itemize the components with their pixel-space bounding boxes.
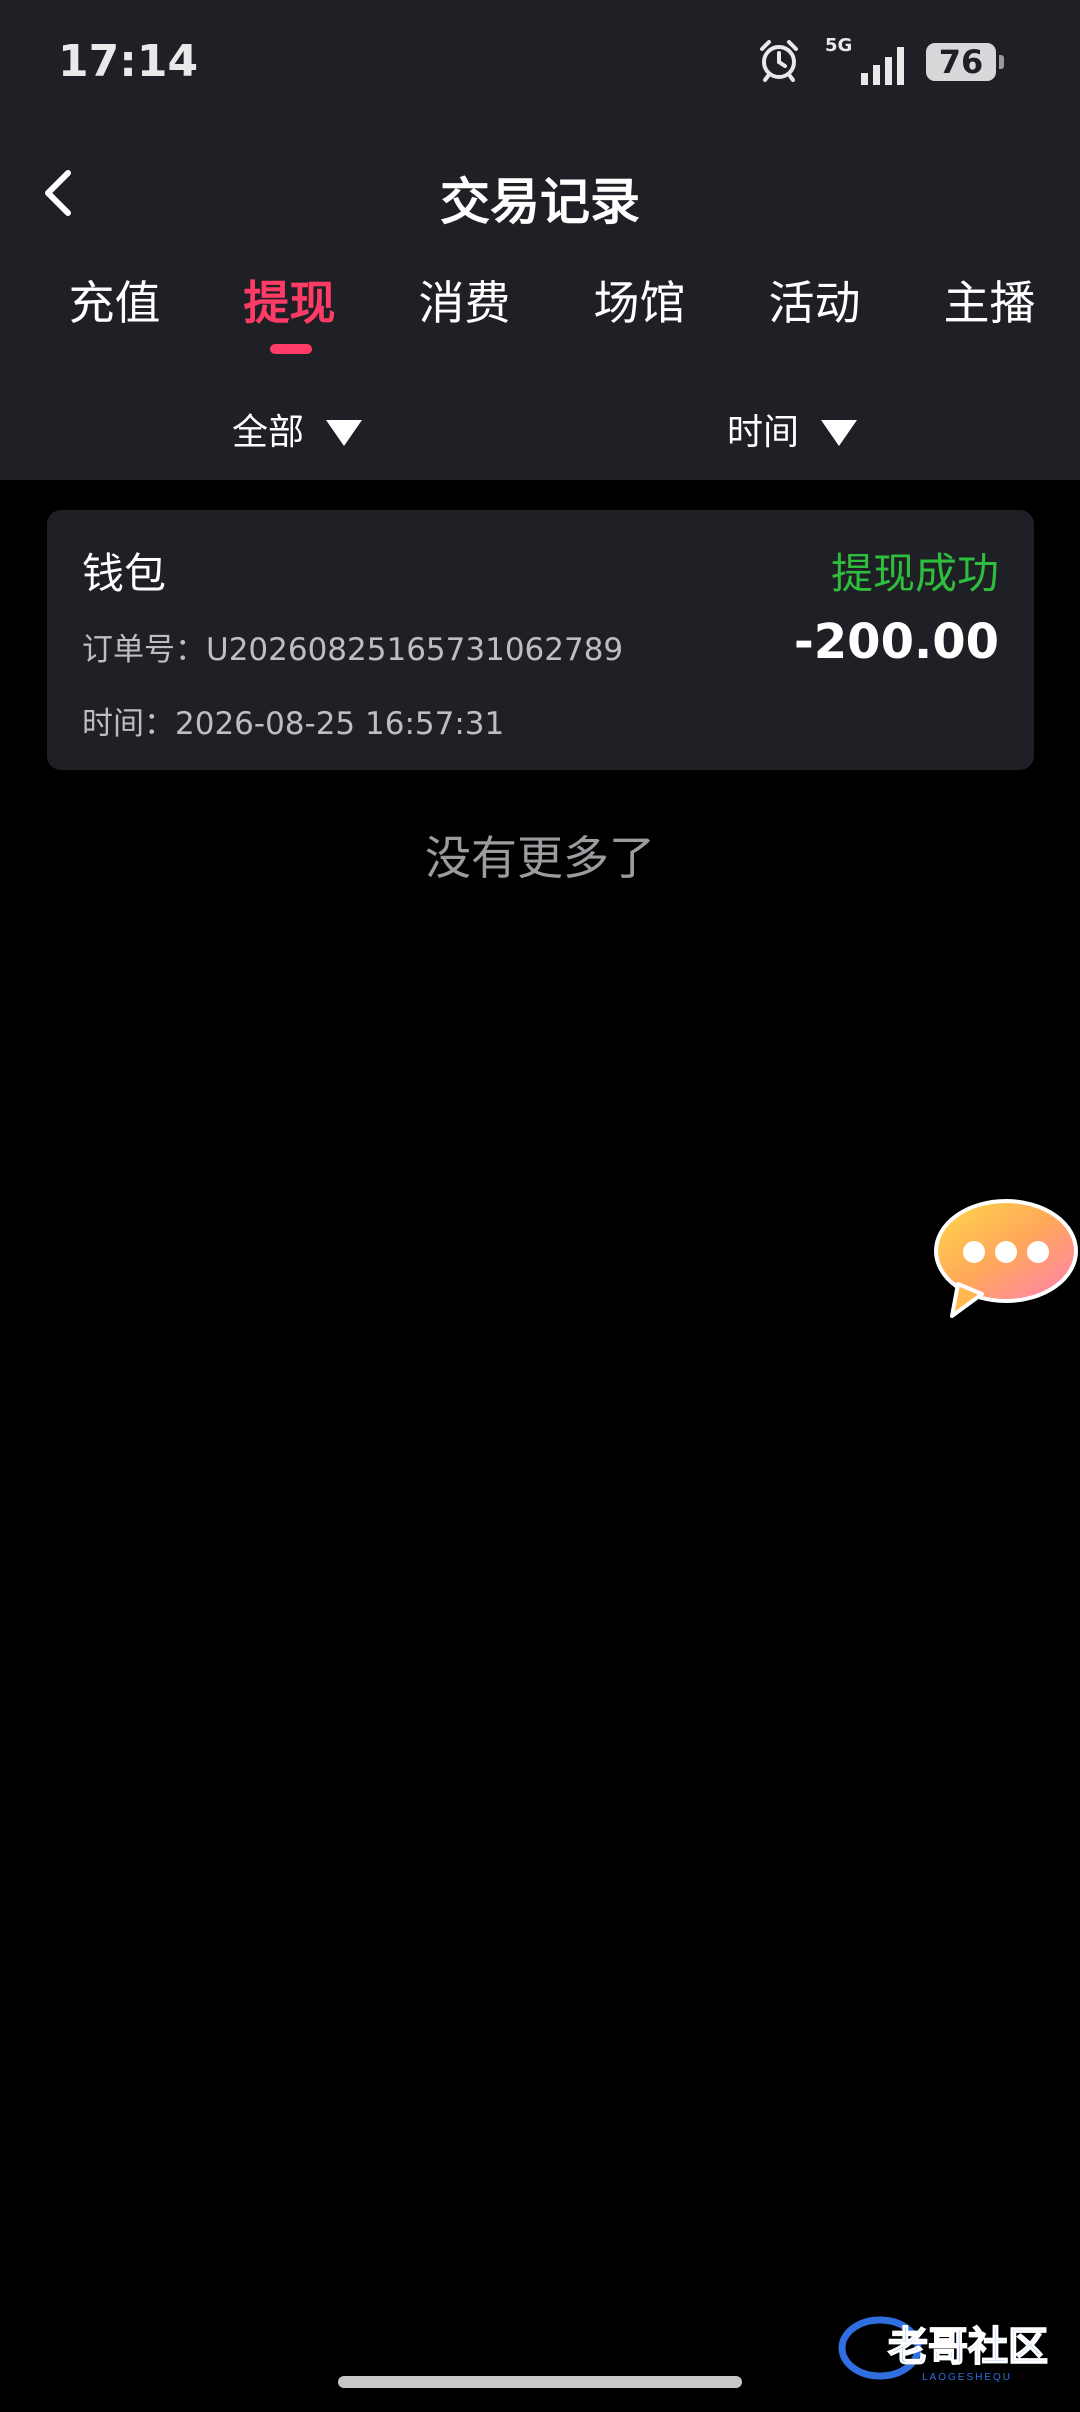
record-title: 钱包 <box>82 549 167 598</box>
home-indicator[interactable] <box>338 2376 742 2388</box>
transaction-card[interactable]: 钱包 提现成功 订单号：U20260825165731062789 -200.0… <box>47 510 1034 770</box>
tab-anchor[interactable]: 主播 <box>902 268 1077 338</box>
alarm-icon <box>755 36 803 88</box>
page-title: 交易记录 <box>440 173 640 231</box>
record-time: 时间：2026-08-25 16:57:31 <box>82 706 505 742</box>
chat-bubble-icon <box>930 1199 1080 1325</box>
status-badge: 提现成功 <box>830 549 999 598</box>
record-amount: -200.00 <box>793 614 999 670</box>
filter-time-dropdown[interactable]: 时间 <box>727 398 858 468</box>
tab-venue[interactable]: 场馆 <box>552 268 727 338</box>
tab-recharge[interactable]: 充值 <box>27 268 202 338</box>
battery-level: 76 <box>938 43 984 81</box>
triangle-down-icon <box>821 420 858 446</box>
filter-type-label: 全部 <box>232 412 305 453</box>
status-icons: 5G 76 <box>755 34 1004 90</box>
tab-withdraw[interactable]: 提现 <box>202 268 377 338</box>
tab-bar: 充值 提现 消费 场馆 活动 主播 <box>0 268 1080 368</box>
header: 交易记录 充值 提现 消费 场馆 活动 主播 全部 时间 <box>0 120 1080 480</box>
watermark-subtext: LAOGESHEQU <box>922 2372 1012 2383</box>
filter-time-label: 时间 <box>727 412 800 453</box>
watermark-logo: 老哥社区 LAOGESHEQU <box>836 2308 1066 2386</box>
floating-chat-button[interactable] <box>930 1196 1080 1321</box>
tab-activity[interactable]: 活动 <box>727 268 902 338</box>
filter-bar: 全部 时间 <box>0 398 1080 478</box>
triangle-down-icon <box>326 420 363 446</box>
filter-type-dropdown[interactable]: 全部 <box>232 398 363 468</box>
tab-indicator <box>270 344 312 354</box>
watermark-text: 老哥社区 <box>888 2325 1048 2369</box>
order-number: 订单号：U20260825165731062789 <box>82 632 624 668</box>
tab-consumption[interactable]: 消费 <box>377 268 552 338</box>
status-time: 17:14 <box>58 36 199 87</box>
battery-icon: 76 <box>926 43 1004 81</box>
status-bar: 17:14 5G 76 <box>0 0 1080 120</box>
network-type: 5G <box>825 35 853 56</box>
no-more-text: 没有更多了 <box>425 831 655 885</box>
signal-icon: 5G <box>825 35 904 85</box>
